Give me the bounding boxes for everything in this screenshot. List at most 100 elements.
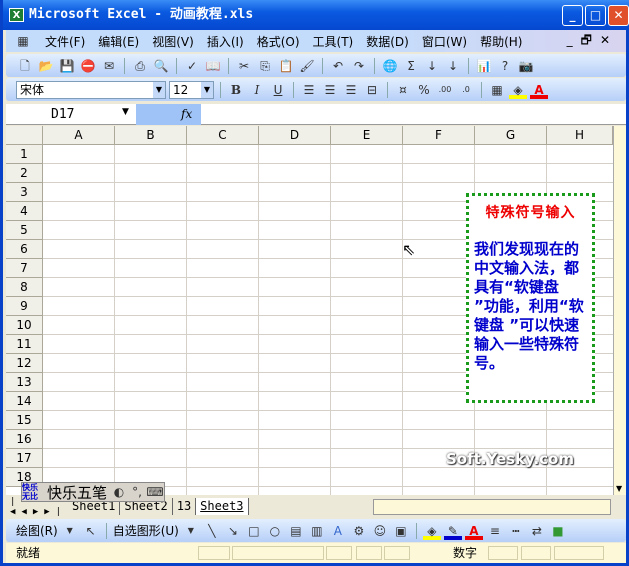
merge-center-icon[interactable]: ⊟: [363, 81, 381, 99]
row-header[interactable]: 17: [6, 449, 43, 468]
borders-icon[interactable]: ▦: [488, 81, 506, 99]
row-header[interactable]: 5: [6, 221, 43, 240]
fill-color-icon[interactable]: ◈: [422, 522, 441, 540]
row-header[interactable]: 2: [6, 164, 43, 183]
row-header[interactable]: 16: [6, 430, 43, 449]
autoshapes-menu[interactable]: 自选图形(U): [113, 522, 179, 539]
paste-icon[interactable]: 📋: [277, 57, 295, 75]
row-header[interactable]: 15: [6, 411, 43, 430]
print-preview-icon[interactable]: 🔍: [152, 57, 170, 75]
line-icon[interactable]: ╲: [203, 522, 221, 540]
vertical-scrollbar[interactable]: ▼: [613, 126, 626, 495]
textbox-icon[interactable]: ▤: [287, 522, 305, 540]
row-header[interactable]: 13: [6, 373, 43, 392]
row-header[interactable]: 1: [6, 145, 43, 164]
cut-icon[interactable]: ✂: [235, 57, 253, 75]
tab-sheet3[interactable]: Sheet3: [196, 498, 249, 515]
font-size-select[interactable]: 12 ▼: [169, 80, 214, 99]
redo-icon[interactable]: ↷: [350, 57, 368, 75]
doc-minimize[interactable]: _: [567, 33, 581, 47]
formula-input[interactable]: [201, 104, 626, 125]
row-header[interactable]: 8: [6, 278, 43, 297]
spelling-icon[interactable]: ✓: [183, 57, 201, 75]
underline-button[interactable]: U: [269, 81, 287, 99]
ime-name[interactable]: 快乐五笔: [44, 482, 110, 503]
punctuation-icon[interactable]: °,: [128, 483, 146, 501]
column-header[interactable]: E: [331, 126, 403, 145]
print-icon[interactable]: ⎙: [131, 57, 149, 75]
maximize-button[interactable]: □: [585, 5, 606, 26]
select-objects-icon[interactable]: ↖: [82, 522, 100, 540]
clipart-icon[interactable]: ☺: [371, 522, 389, 540]
currency-icon[interactable]: ¤: [394, 81, 412, 99]
row-header[interactable]: 7: [6, 259, 43, 278]
chevron-down-icon[interactable]: ▼: [153, 81, 165, 98]
hyperlink-icon[interactable]: 🌐: [381, 57, 399, 75]
font-color-icon[interactable]: A: [464, 522, 483, 540]
help-icon[interactable]: ?: [496, 57, 514, 75]
fill-color-icon[interactable]: ◈: [509, 81, 527, 99]
text-box[interactable]: 特殊符号输入 我们发现现在的中文输入法，都具有“软键盘 ”功能，利用“软键盘 ”…: [466, 193, 595, 403]
column-header[interactable]: F: [403, 126, 475, 145]
chevron-down-icon[interactable]: ▼: [122, 107, 129, 117]
row-header[interactable]: 4: [6, 202, 43, 221]
minimize-button[interactable]: _: [562, 5, 583, 26]
workbook-icon[interactable]: ▦: [14, 32, 32, 50]
italic-button[interactable]: I: [248, 81, 266, 99]
menu-item[interactable]: 窗口(W): [422, 33, 467, 50]
new-icon[interactable]: 🗋: [16, 57, 34, 75]
picture-icon[interactable]: ▣: [392, 522, 410, 540]
menu-item[interactable]: 文件(F): [45, 33, 85, 50]
soft-keyboard-icon[interactable]: ⌨: [146, 483, 164, 501]
percent-button[interactable]: %: [415, 81, 433, 99]
research-icon[interactable]: 📖: [204, 57, 222, 75]
arrow-icon[interactable]: ↘: [224, 522, 242, 540]
menu-item[interactable]: 插入(I): [207, 33, 244, 50]
menu-item[interactable]: 工具(T): [313, 33, 354, 50]
arrow-style-icon[interactable]: ⇄: [528, 522, 546, 540]
close-button[interactable]: ✕: [608, 5, 629, 26]
save-icon[interactable]: 💾: [58, 57, 76, 75]
align-left-icon[interactable]: ☰: [300, 81, 318, 99]
horizontal-scrollbar[interactable]: [373, 499, 611, 515]
rectangle-icon[interactable]: □: [245, 522, 263, 540]
menu-item[interactable]: 帮助(H): [480, 33, 522, 50]
doc-controls[interactable]: _🗗✕: [567, 31, 618, 52]
oval-icon[interactable]: ○: [266, 522, 284, 540]
row-header[interactable]: 9: [6, 297, 43, 316]
row-header[interactable]: 10: [6, 316, 43, 335]
format-painter-icon[interactable]: 🖌: [298, 57, 316, 75]
column-header[interactable]: D: [259, 126, 331, 145]
line-color-icon[interactable]: ✎: [443, 522, 462, 540]
menu-item[interactable]: 编辑(E): [98, 33, 139, 50]
vertical-textbox-icon[interactable]: ▥: [308, 522, 326, 540]
select-all-corner[interactable]: [6, 126, 43, 145]
draw-menu[interactable]: 绘图(R): [16, 522, 58, 539]
diagram-icon[interactable]: ⚙: [350, 522, 368, 540]
permission-icon[interactable]: ⛔: [79, 57, 97, 75]
email-icon[interactable]: ✉: [100, 57, 118, 75]
font-select[interactable]: 宋体 ▼: [16, 80, 166, 99]
row-header[interactable]: 12: [6, 354, 43, 373]
autosum-icon[interactable]: Σ: [402, 57, 420, 75]
menu-item[interactable]: 数据(D): [366, 33, 409, 50]
row-header[interactable]: 14: [6, 392, 43, 411]
menu-item[interactable]: 格式(O): [257, 33, 300, 50]
line-style-icon[interactable]: ≡: [486, 522, 504, 540]
column-header[interactable]: H: [547, 126, 613, 145]
undo-icon[interactable]: ↶: [329, 57, 347, 75]
scroll-down-icon[interactable]: ▼: [616, 484, 622, 493]
column-header[interactable]: A: [43, 126, 115, 145]
bold-button[interactable]: B: [227, 81, 245, 99]
camera-icon[interactable]: 📷: [517, 57, 535, 75]
doc-close[interactable]: ✕: [600, 33, 618, 47]
chevron-down-icon[interactable]: ▼: [201, 81, 213, 98]
decrease-decimal-icon[interactable]: .0: [457, 81, 475, 99]
column-header[interactable]: B: [115, 126, 187, 145]
column-header[interactable]: G: [475, 126, 547, 145]
align-right-icon[interactable]: ☰: [342, 81, 360, 99]
increase-decimal-icon[interactable]: .00: [436, 81, 454, 99]
tab-13[interactable]: 13: [173, 498, 197, 515]
font-color-icon[interactable]: A: [530, 81, 548, 99]
row-header[interactable]: 3: [6, 183, 43, 202]
